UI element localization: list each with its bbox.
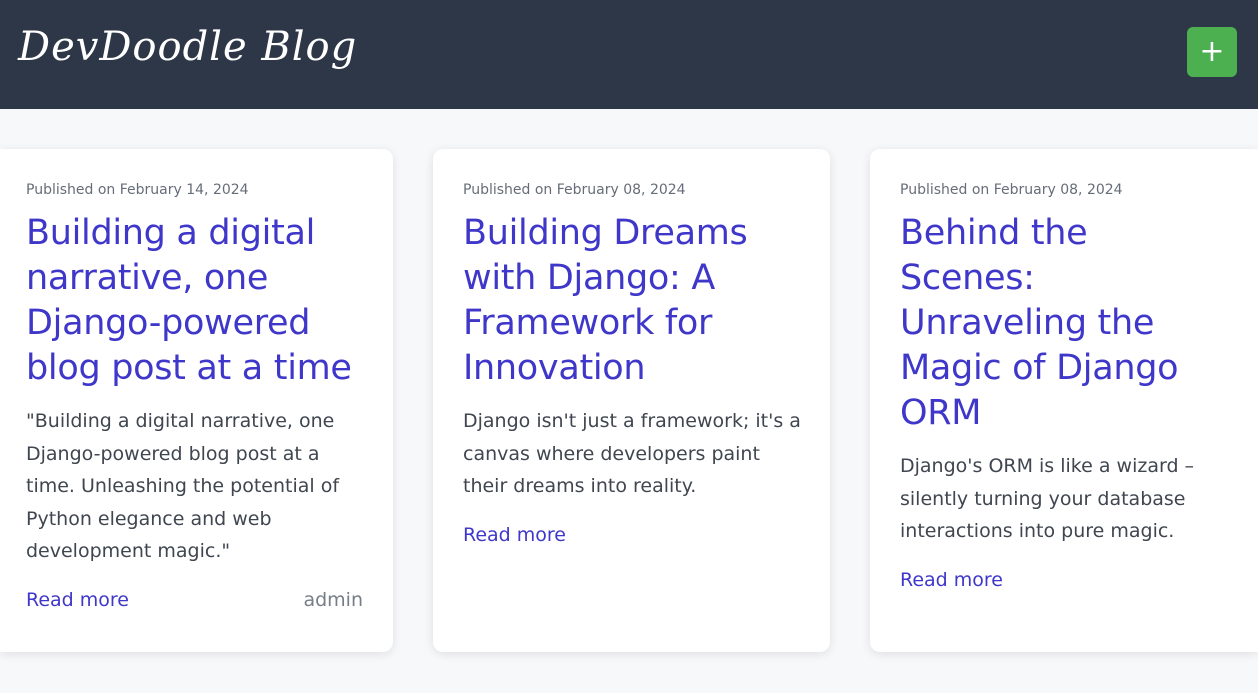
read-more-link[interactable]: Read more	[463, 524, 566, 546]
post-title: Building Dreams with Django: A Framework…	[463, 213, 748, 388]
post-title: Building a digital narrative, one Django…	[26, 213, 352, 388]
post-card: Published on February 08, 2024 Building …	[433, 149, 830, 652]
read-more-link[interactable]: Read more	[900, 569, 1003, 591]
post-author: admin	[303, 588, 363, 611]
post-title: Behind the Scenes: Unraveling the Magic …	[900, 213, 1179, 433]
post-excerpt: Django's ORM is like a wizard – silently…	[900, 455, 1195, 542]
post-card: Published on February 08, 2024 Behind th…	[870, 149, 1258, 652]
post-card: Published on February 14, 2024 Building …	[0, 149, 393, 652]
post-footer: Read more	[463, 524, 804, 546]
post-list: Published on February 14, 2024 Building …	[0, 0, 1258, 693]
post-excerpt: Django isn't just a framework; it's a ca…	[463, 410, 801, 497]
post-footer: Read more admin	[26, 589, 367, 611]
post-date: Published on February 14, 2024	[26, 182, 249, 198]
post-excerpt: "Building a digital narrative, one Djang…	[26, 410, 340, 562]
post-date: Published on February 08, 2024	[463, 182, 686, 198]
post-footer: Read more	[900, 569, 1232, 591]
post-date: Published on February 08, 2024	[900, 182, 1123, 198]
read-more-link[interactable]: Read more	[26, 589, 129, 611]
